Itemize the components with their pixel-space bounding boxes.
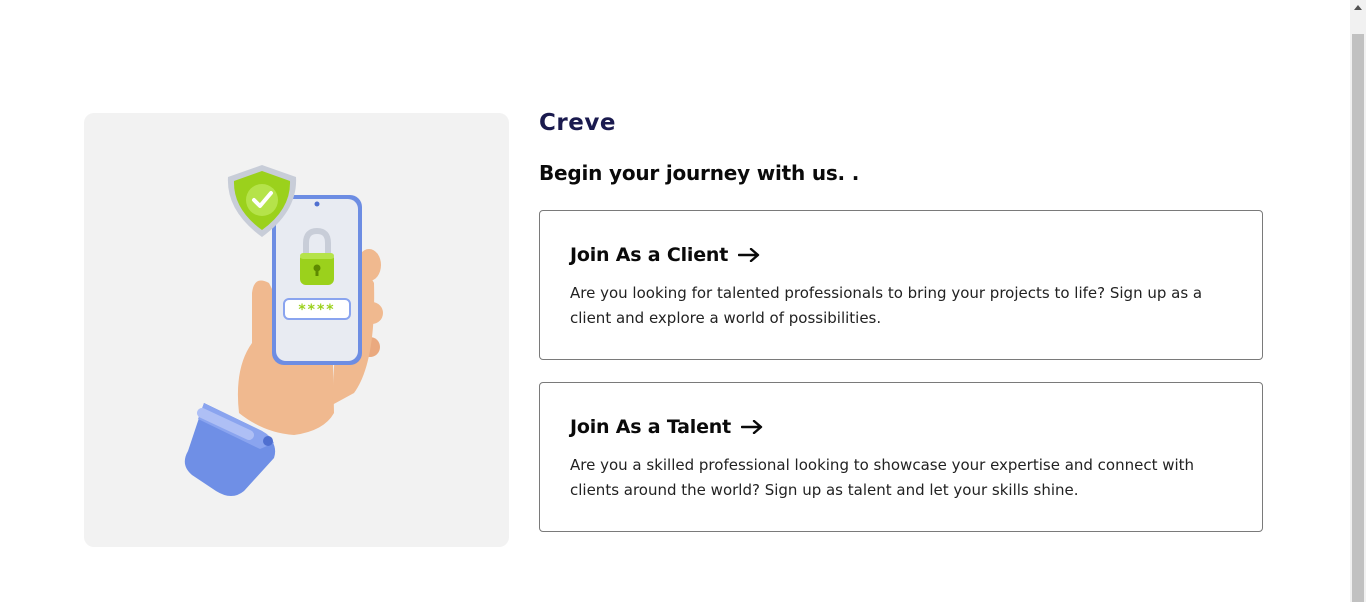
password-mask: **** bbox=[298, 302, 335, 318]
scrollbar-thumb[interactable] bbox=[1352, 34, 1364, 602]
smartphone-icon bbox=[272, 195, 362, 365]
join-talent-title-text: Join As a Talent bbox=[570, 416, 731, 438]
join-client-card[interactable]: Join As a Client Are you looking for tal… bbox=[539, 210, 1263, 360]
join-client-title-text: Join As a Client bbox=[570, 244, 729, 266]
brand-logo-text: Creve bbox=[539, 110, 616, 136]
join-talent-title: Join As a Talent bbox=[570, 413, 1232, 441]
scroll-up-arrow-icon[interactable] bbox=[1350, 0, 1366, 14]
join-client-title: Join As a Client bbox=[570, 241, 1232, 269]
brand-logo[interactable]: Creve bbox=[539, 108, 1265, 138]
page-headline: Begin your journey with us. . bbox=[539, 161, 860, 185]
security-illustration: **** bbox=[184, 165, 383, 496]
arrow-right-icon bbox=[738, 248, 760, 262]
page: **** Creve Begin your journey with us. .… bbox=[0, 0, 1366, 602]
join-client-description: Are you looking for talented professiona… bbox=[570, 284, 1203, 327]
join-talent-description: Are you a skilled professional looking t… bbox=[570, 456, 1195, 499]
arrow-right-icon bbox=[740, 420, 763, 434]
illustration-panel: **** bbox=[84, 113, 509, 547]
join-talent-card[interactable]: Join As a Talent Are you a skilled profe… bbox=[539, 382, 1263, 532]
vertical-scrollbar[interactable] bbox=[1350, 0, 1366, 602]
main-content: Creve Begin your journey with us. . Join… bbox=[539, 108, 1265, 532]
